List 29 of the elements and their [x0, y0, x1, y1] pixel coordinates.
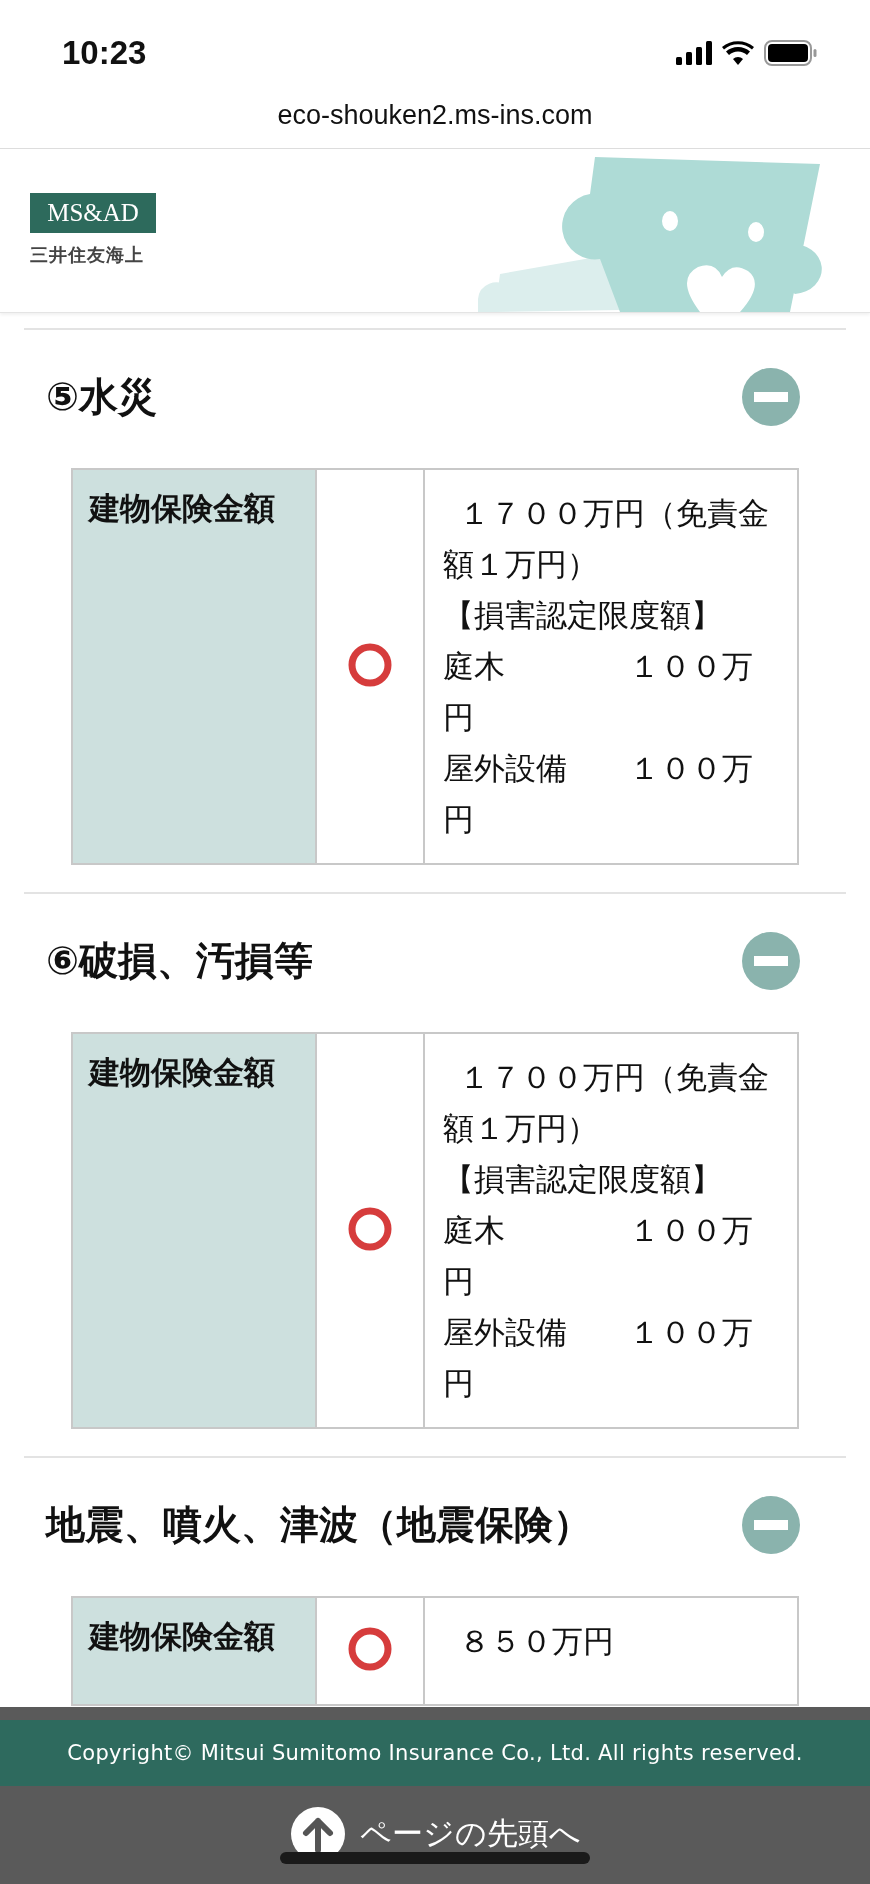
coverage-text: 【損害認定限度額】: [443, 596, 723, 635]
coverage-text: １７００万円（免責金額１万円）: [443, 494, 769, 584]
collapse-button[interactable]: [742, 1496, 800, 1554]
signal-icon: [676, 41, 712, 65]
coverage-text: 【損害認定限度額】: [443, 1160, 723, 1199]
minus-icon: [754, 956, 788, 966]
coverage-text: 屋外設備 １００万円: [443, 749, 754, 839]
status-time: 10:23: [62, 33, 147, 72]
minus-icon: [754, 1520, 788, 1530]
coverage-text: 庭木 １００万円: [443, 1211, 754, 1301]
section-title: ⑤水災: [46, 373, 158, 421]
label-cell: 建物保険金額: [72, 469, 316, 864]
label-cell: 建物保険金額: [72, 1597, 316, 1705]
coverage-text: 屋外設備 １００万円: [443, 1313, 754, 1403]
wifi-icon: [722, 41, 754, 65]
company-name: 三井住友海上: [30, 243, 145, 267]
battery-icon: [764, 40, 818, 66]
coverage-text: 庭木 １００万円: [443, 647, 754, 737]
logo-mark: MS&AD: [30, 193, 156, 233]
section-title: 地震、噴火、津波（地震保険）: [46, 1501, 592, 1549]
section-title: ⑥破損、汚損等: [46, 937, 314, 985]
collapse-button[interactable]: [742, 368, 800, 426]
minus-icon: [754, 392, 788, 402]
label-cell: 建物保険金額: [72, 1033, 316, 1428]
collapse-button[interactable]: [742, 932, 800, 990]
url-text[interactable]: eco-shouken2.ms-ins.com: [277, 100, 593, 131]
coverage-text: ８５０万円: [457, 1622, 615, 1661]
coverage-text: １７００万円（免責金額１万円）: [443, 1058, 769, 1148]
copyright-text: Copyright© Mitsui Sumitomo Insurance Co., Ltd. All rights reserved.: [67, 1741, 803, 1765]
